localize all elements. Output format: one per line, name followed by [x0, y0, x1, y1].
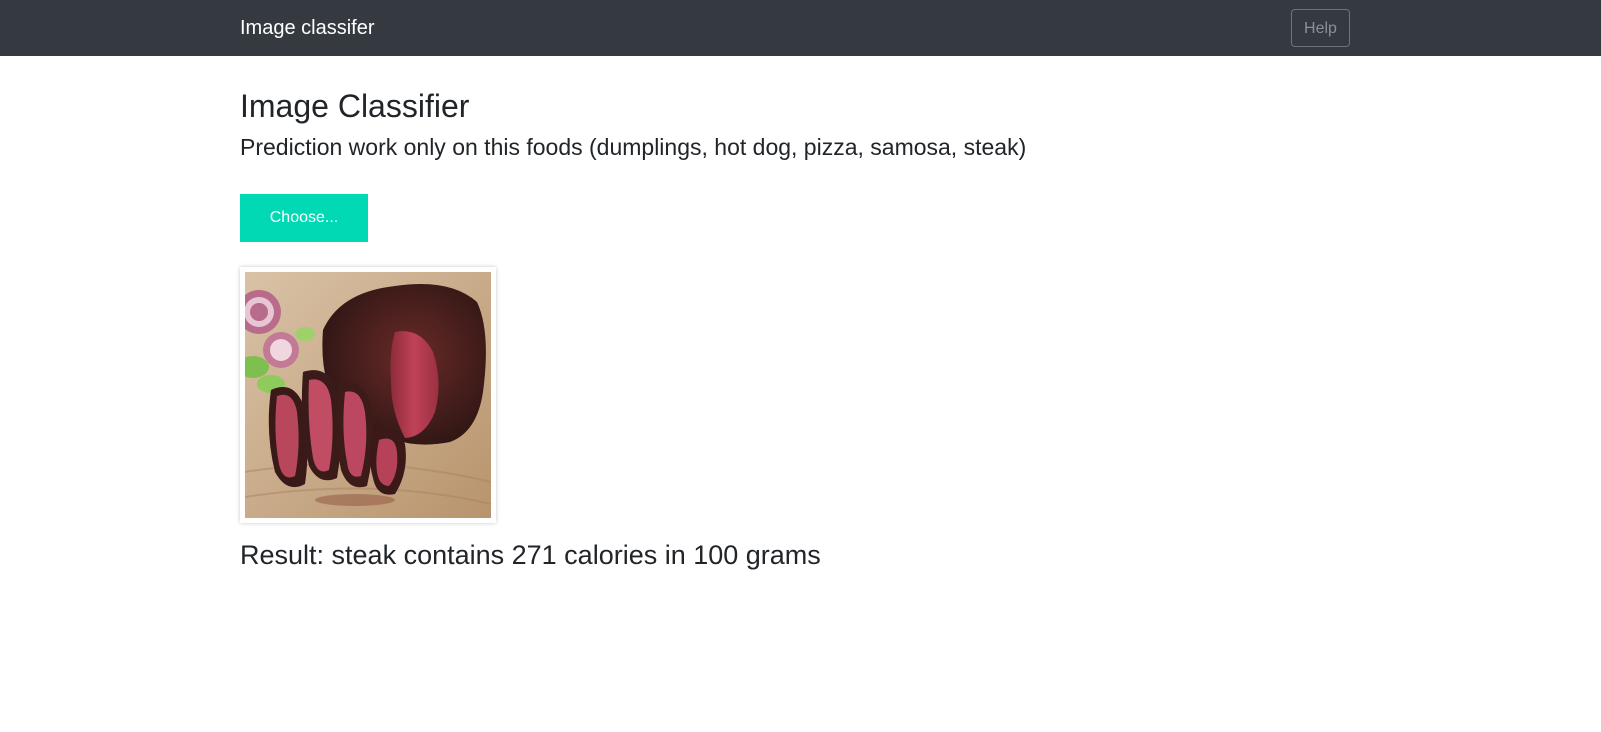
- page-title: Image Classifier: [240, 88, 470, 124]
- navbar-brand[interactable]: Image classifer: [240, 0, 375, 56]
- image-preview: [240, 267, 496, 523]
- navbar: Image classifer Help: [0, 0, 1601, 56]
- help-button[interactable]: Help: [1291, 9, 1350, 47]
- steak-photo: [245, 272, 491, 518]
- result-text: Result: steak contains 271 calories in 1…: [240, 540, 821, 570]
- choose-file-button[interactable]: Choose...: [240, 194, 368, 242]
- page-subtitle: Prediction work only on this foods (dump…: [240, 134, 1027, 160]
